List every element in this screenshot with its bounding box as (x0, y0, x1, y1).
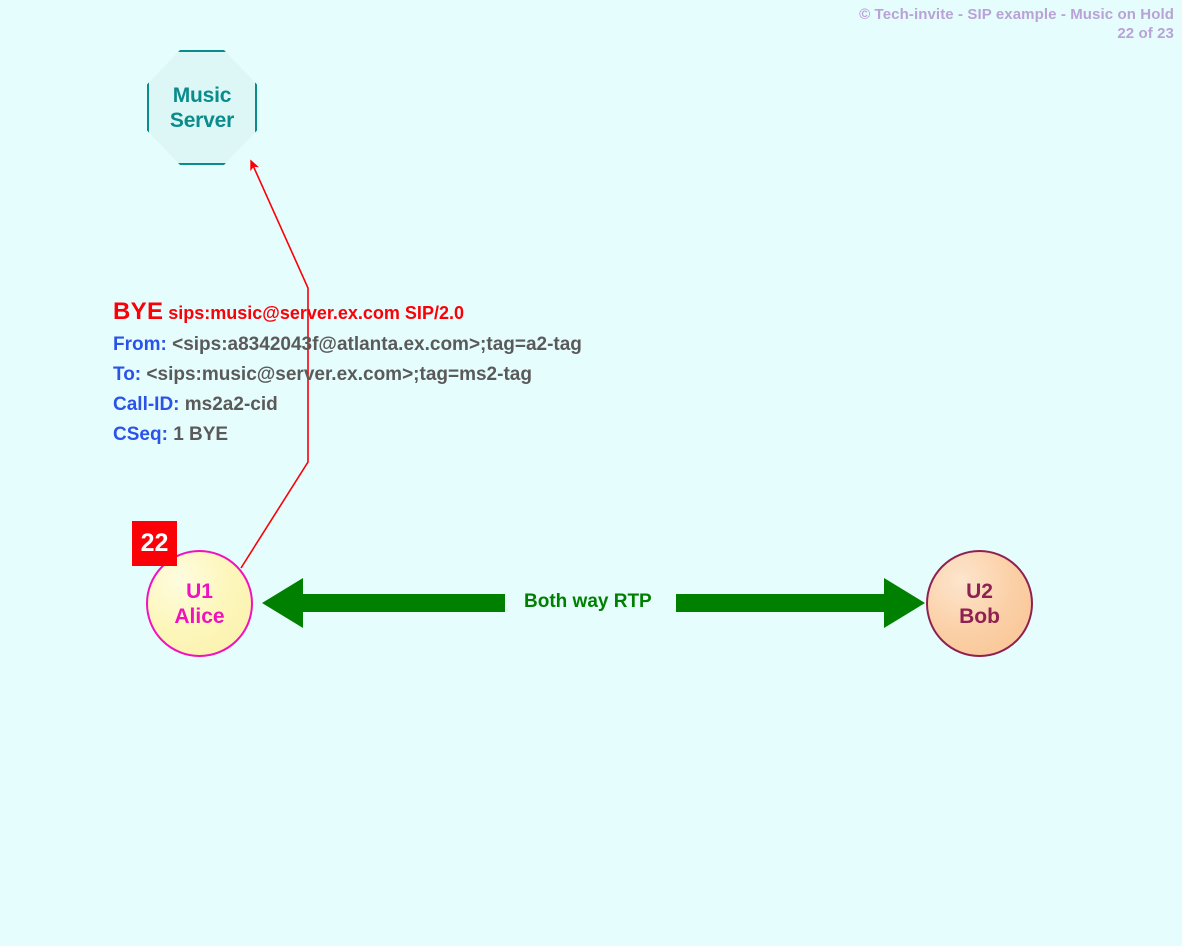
sip-message-block: BYE sips:music@server.ex.com SIP/2.0 From… (113, 297, 733, 450)
rtp-arrow-right (676, 578, 925, 628)
bob-label-line1: U2 (966, 579, 993, 603)
copyright-text: © Tech-invite - SIP example - Music on H… (859, 6, 1174, 23)
sip-request-line: BYE sips:music@server.ex.com SIP/2.0 (113, 297, 733, 330)
sip-header-call-id: Call-ID: ms2a2-cid (113, 390, 733, 420)
sip-header-to-name: To: (113, 364, 142, 385)
sip-header-call-id-name: Call-ID: (113, 394, 180, 415)
page-counter: 22 of 23 (1117, 25, 1174, 42)
bob-label-line2: Bob (959, 604, 1000, 628)
sip-header-from: From: <sips:a8342043f@atlanta.ex.com>;ta… (113, 330, 733, 360)
step-number-badge: 22 (132, 521, 177, 566)
copyright-notice: © Tech-invite - SIP example - Music on H… (859, 5, 1174, 43)
alice-label-line1: U1 (186, 579, 213, 603)
sip-header-from-value: <sips:a8342043f@atlanta.ex.com>;tag=a2-t… (172, 334, 582, 355)
sip-header-to-value: <sips:music@server.ex.com>;tag=ms2-tag (146, 364, 532, 385)
node-music-server: Music Server (147, 50, 257, 165)
alice-label: U1 Alice (174, 579, 224, 629)
rtp-arrow-left (262, 578, 505, 628)
sip-header-call-id-value: ms2a2-cid (184, 394, 278, 415)
sip-request-uri: sips:music@server.ex.com SIP/2.0 (168, 303, 464, 323)
sip-header-cseq: CSeq: 1 BYE (113, 420, 733, 450)
rtp-label: Both way RTP (524, 591, 652, 612)
alice-label-line2: Alice (174, 604, 225, 628)
bob-label: U2 Bob (959, 579, 1000, 629)
sip-header-from-name: From: (113, 334, 167, 355)
music-server-label-line2: Server (169, 108, 235, 132)
sip-header-cseq-name: CSeq: (113, 424, 168, 445)
sip-header-to: To: <sips:music@server.ex.com>;tag=ms2-t… (113, 360, 733, 390)
sip-method: BYE (113, 298, 164, 325)
music-server-label: Music Server (170, 83, 234, 133)
sip-header-cseq-value: 1 BYE (173, 424, 229, 445)
node-alice: U1 Alice (146, 550, 253, 657)
music-server-label-line1: Music (172, 83, 232, 107)
node-bob: U2 Bob (926, 550, 1033, 657)
diagram-canvas: © Tech-invite - SIP example - Music on H… (0, 0, 1182, 946)
